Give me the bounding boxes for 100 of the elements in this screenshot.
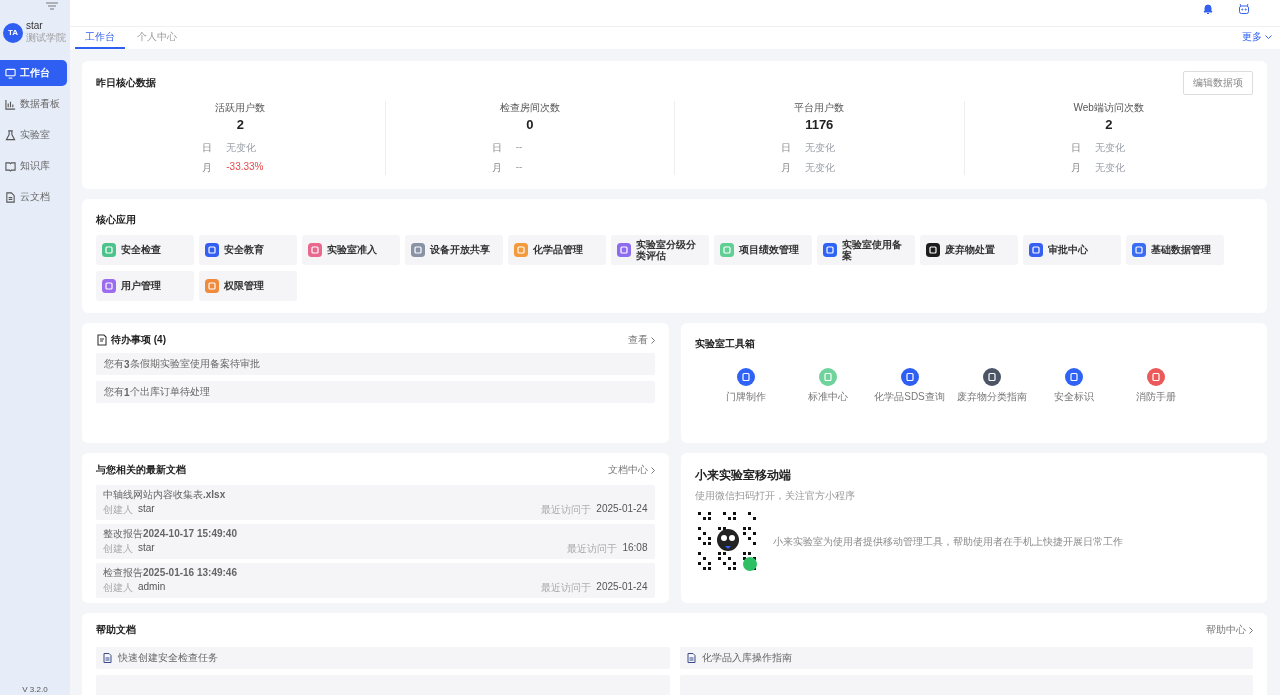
page-tab[interactable]: 个人中心 — [127, 30, 187, 49]
sidebar-item[interactable]: 云文档 — [0, 184, 67, 210]
help-item[interactable]: 化学品入库操作指南 — [679, 647, 1253, 669]
mobile-description: 小来实验室为使用者提供移动管理工具，帮助使用者在手机上快捷开展日常工作 — [772, 535, 1123, 549]
change-value: 无变化 — [226, 141, 258, 155]
tool-item[interactable]: 消防手册 — [1114, 367, 1197, 405]
change-label: 月 — [491, 161, 503, 175]
meta-label: 创建人 — [103, 581, 133, 595]
version-label: V 3.2.0 — [21, 685, 49, 694]
document-icon — [5, 191, 16, 203]
document-name: 检查报告2025-01-16 13:49:46 — [103, 566, 238, 580]
document-icon — [686, 653, 696, 663]
tool-item[interactable]: 标准中心 — [786, 367, 869, 405]
bar-chart-icon — [5, 98, 16, 110]
tool-item[interactable]: 门牌制作 — [704, 367, 787, 405]
app-tile[interactable]: 实验室分级分类评估 — [611, 235, 709, 265]
change-value: 无变化 — [805, 161, 837, 175]
card-subtitle: 使用微信扫码打开，关注官方小程序 — [694, 489, 856, 503]
creator-name: admin — [138, 581, 166, 594]
user-org: 测试学院 — [26, 31, 66, 45]
stat-label: 平台用户数 — [794, 101, 845, 115]
document-center-link[interactable]: 文档中心 — [607, 463, 655, 477]
caret-icon — [1265, 34, 1272, 40]
visit-time: 2025-01-24 — [596, 581, 648, 594]
stat-label: 活跃用户数 — [215, 101, 266, 115]
meta-label: 最近访问于 — [541, 503, 592, 517]
card-title: 帮助文档 — [96, 623, 136, 637]
meta-label: 创建人 — [103, 542, 133, 556]
app-tile[interactable]: 化学品管理 — [508, 235, 606, 265]
page-tab[interactable]: 工作台 — [75, 30, 125, 49]
view-link[interactable]: 查看 — [627, 333, 655, 347]
change-value: 无变化 — [1094, 161, 1126, 175]
chevron-right-icon — [1249, 626, 1253, 634]
app-tile[interactable]: 项目绩效管理 — [714, 235, 812, 265]
stat-value: 1176 — [805, 117, 834, 132]
change-label: 日 — [781, 141, 793, 155]
app-tile[interactable]: 废弃物处置 — [920, 235, 1018, 265]
card-title: 待办事项 (4) — [111, 333, 166, 347]
document-name: 中轴线网站内容收集表.xlsx — [103, 488, 227, 502]
card-title: 与您相关的最新文档 — [96, 463, 186, 477]
change-value: -- — [515, 141, 524, 154]
user-avatar: TA — [3, 22, 23, 43]
tool-item[interactable]: 化学品SDS查询 — [868, 367, 951, 405]
chevron-right-icon — [650, 466, 655, 474]
todo-item[interactable]: 您有3条假期实验室使用备案待审批 — [96, 353, 655, 375]
creator-name: star — [138, 542, 155, 555]
bell-icon[interactable] — [1202, 3, 1214, 15]
help-item[interactable]: 快速创建安全检查任务 — [96, 647, 670, 669]
edit-data-button[interactable]: 编辑数据项 — [1183, 71, 1253, 95]
app-tile[interactable]: 权限管理 — [199, 271, 297, 301]
stat-label: 检查房间次数 — [499, 101, 560, 115]
app-tile[interactable]: 设备开放共享 — [405, 235, 503, 265]
meta-label: 最近访问于 — [541, 581, 592, 595]
change-label: 月 — [202, 161, 214, 175]
change-label: 日 — [491, 141, 503, 155]
document-edit-icon — [96, 334, 108, 346]
tool-item[interactable]: 废弃物分类指南 — [950, 367, 1033, 405]
user-name: star — [26, 20, 44, 31]
change-value: -- — [515, 161, 524, 174]
todo-item[interactable]: 您有1个出库订单待处理 — [96, 381, 655, 403]
change-value: 无变化 — [805, 141, 837, 155]
document-icon — [103, 653, 112, 663]
filter-icon[interactable] — [46, 2, 58, 10]
meta-label: 创建人 — [103, 503, 133, 517]
app-tile[interactable]: 实验室准入 — [302, 235, 400, 265]
card-title: 小来实验室移动端 — [694, 467, 792, 484]
monitor-icon — [5, 67, 16, 79]
visit-time: 2025-01-24 — [596, 503, 648, 516]
robot-icon[interactable] — [1238, 3, 1250, 15]
stat-value: 2 — [1105, 117, 1113, 132]
creator-name: star — [138, 503, 155, 516]
document-item[interactable]: 中轴线网站内容收集表.xlsx 创建人 star 最近访问于 2025-01-24 — [96, 485, 655, 520]
sidebar-item[interactable]: 数据看板 — [0, 91, 67, 117]
flask-icon — [5, 129, 16, 141]
sidebar-item[interactable]: 实验室 — [0, 122, 67, 148]
document-name: 整改报告2024-10-17 15:49:40 — [103, 527, 238, 541]
app-tile[interactable]: 安全教育 — [199, 235, 297, 265]
app-tile[interactable]: 审批中心 — [1023, 235, 1121, 265]
stat-value: 2 — [236, 117, 244, 132]
card-title: 核心应用 — [96, 214, 136, 225]
tool-item[interactable]: 安全标识 — [1032, 367, 1115, 405]
app-tile[interactable]: 用户管理 — [96, 271, 194, 301]
change-value: -33.33% — [226, 161, 265, 174]
app-tile[interactable]: 基础数据管理 — [1126, 235, 1224, 265]
more-button[interactable]: 更多 — [1236, 29, 1278, 45]
change-value: 无变化 — [1094, 141, 1126, 155]
app-tile[interactable]: 安全检查 — [96, 235, 194, 265]
card-title: 实验室工具箱 — [694, 338, 755, 349]
meta-label: 最近访问于 — [567, 542, 618, 556]
visit-time: 16:08 — [622, 542, 648, 555]
document-item[interactable]: 整改报告2024-10-17 15:49:40 创建人 star 最近访问于 16:08 — [96, 524, 655, 559]
document-item[interactable]: 检查报告2025-01-16 13:49:46 创建人 admin 最近访问于 2025-01-24 — [96, 563, 655, 598]
stat-value: 0 — [526, 117, 534, 132]
help-center-link[interactable]: 帮助中心 — [1206, 623, 1253, 637]
sidebar-item[interactable]: 知识库 — [0, 153, 67, 179]
app-tile[interactable]: 实验室使用备案 — [817, 235, 915, 265]
card-title: 昨日核心数据 — [96, 76, 156, 90]
stat-label: Web端访问次数 — [1073, 101, 1144, 115]
change-label: 日 — [202, 141, 214, 155]
sidebar-item[interactable]: 工作台 — [0, 60, 67, 86]
